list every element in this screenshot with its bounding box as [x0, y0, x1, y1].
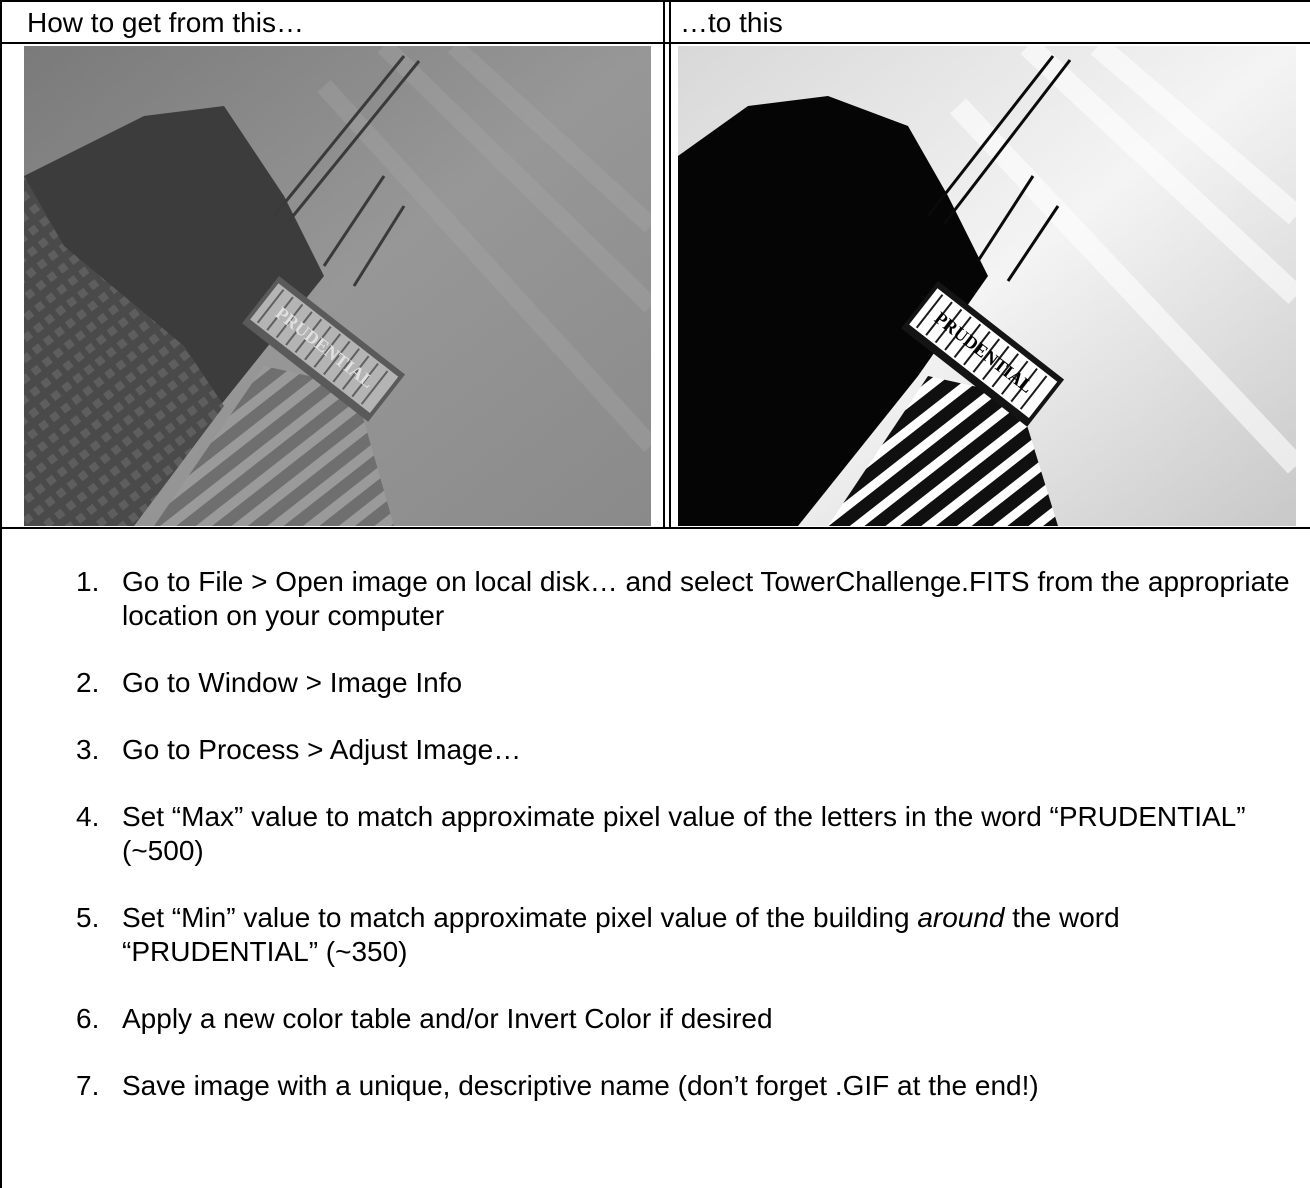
step-number: 7.	[76, 1070, 100, 1101]
step-number: 5.	[76, 902, 100, 933]
step-text: Set “Max” value to match approximate pix…	[122, 801, 1246, 866]
step-item: 6. Apply a new color table and/or Invert…	[76, 1002, 1296, 1036]
step-number: 3.	[76, 734, 100, 765]
step-text-pre: Set “Min” value to match approximate pix…	[122, 902, 918, 933]
column-divider-b	[669, 0, 671, 529]
step-text: Go to Window > Image Info	[122, 667, 463, 698]
table-row-divider	[0, 527, 1310, 529]
header-before: How to get from this…	[27, 7, 304, 38]
step-text: Go to File > Open image on local disk… a…	[122, 566, 1290, 631]
step-item: 1. Go to File > Open image on local disk…	[76, 565, 1296, 633]
step-text: Apply a new color table and/or Invert Co…	[122, 1003, 773, 1034]
before-image: PRUDENTIAL	[24, 46, 651, 526]
step-item: 3. Go to Process > Adjust Image…	[76, 733, 1296, 767]
header-after: …to this	[680, 7, 783, 38]
table-header-divider	[0, 42, 1310, 44]
step-number: 2.	[76, 667, 100, 698]
step-text: Set “Min” value to match approximate pix…	[122, 902, 1120, 967]
steps-list: 1. Go to File > Open image on local disk…	[76, 565, 1296, 1136]
step-number: 4.	[76, 801, 100, 832]
step-item: 5. Set “Min” value to match approximate …	[76, 901, 1296, 969]
step-number: 1.	[76, 566, 100, 597]
after-image: PRUDENTIAL	[678, 46, 1296, 526]
step-item: 2. Go to Window > Image Info	[76, 666, 1296, 700]
step-text: Save image with a unique, descriptive na…	[122, 1070, 1039, 1101]
table-border-left	[0, 0, 2, 1188]
step-text: Go to Process > Adjust Image…	[122, 734, 522, 765]
column-divider-a	[663, 0, 665, 529]
instruction-sheet: How to get from this… …to this PRUDENTIA…	[0, 0, 1310, 1188]
step-item: 7. Save image with a unique, descriptive…	[76, 1069, 1296, 1103]
step-text-emphasis: around	[917, 902, 1005, 933]
step-item: 4. Set “Max” value to match approximate …	[76, 800, 1296, 868]
step-number: 6.	[76, 1003, 100, 1034]
table-border-top	[0, 0, 1310, 2]
